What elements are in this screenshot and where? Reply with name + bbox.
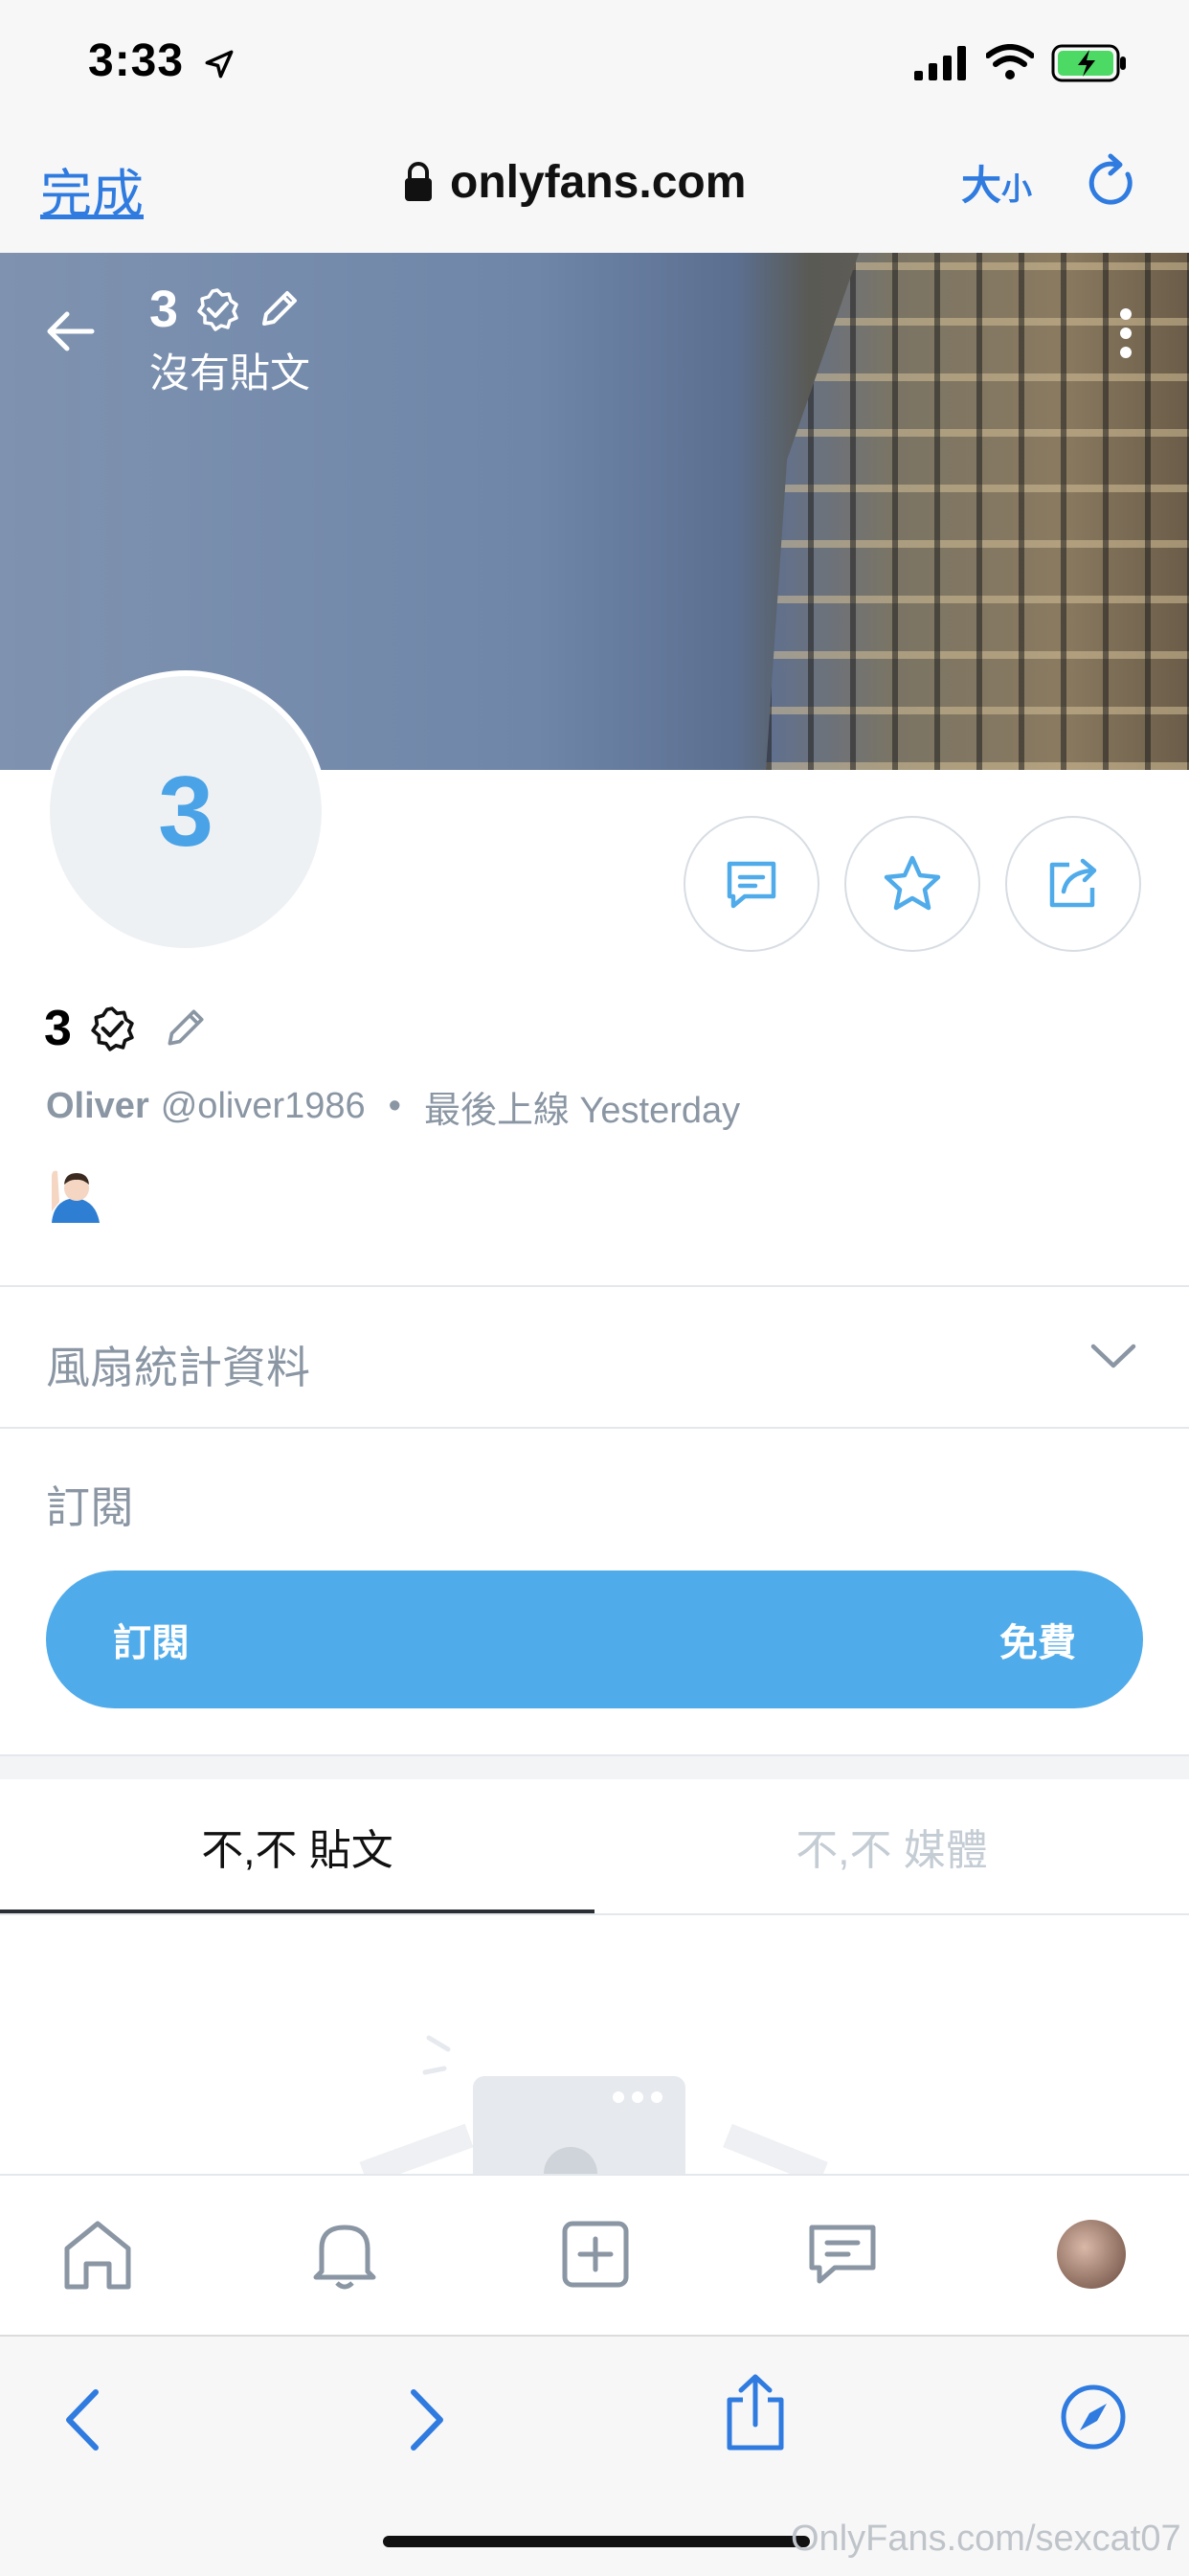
text-size-button[interactable]: 大小 <box>961 153 1032 212</box>
empty-posts-illustration <box>359 2035 828 2174</box>
fan-stats-label: 風扇統計資料 <box>46 1343 310 1392</box>
last-seen: 最後上線 Yesterday <box>423 1091 741 1131</box>
profile-name: 3 <box>44 1001 72 1056</box>
edit-pencil-icon[interactable] <box>257 287 301 331</box>
back-arrow-icon[interactable] <box>44 305 98 358</box>
share-icon <box>1049 858 1097 908</box>
chat-icon[interactable] <box>802 2214 883 2294</box>
subscribe-button-label: 訂閱 <box>113 1622 190 1664</box>
location-arrow-icon <box>205 50 234 79</box>
safari-back-icon[interactable] <box>57 2386 111 2453</box>
fan-stats-row[interactable]: 風扇統計資料 <box>0 1287 1189 1427</box>
reload-icon[interactable] <box>1086 153 1139 211</box>
profile-avatar[interactable] <box>1057 2220 1126 2289</box>
done-button[interactable]: 完成 <box>40 151 144 227</box>
post-count-label: 沒有貼文 <box>149 350 311 395</box>
edit-pencil-icon[interactable] <box>162 1006 208 1051</box>
lock-icon <box>405 162 432 201</box>
tab-posts[interactable]: 不,不 貼文 <box>0 1779 594 1913</box>
banner-title: 3 <box>149 280 301 339</box>
wifi-icon <box>986 44 1034 79</box>
subscription-section-label: 訂閱 <box>46 1482 134 1532</box>
safari-share-icon[interactable] <box>722 2371 789 2452</box>
subscribe-price: 免費 <box>999 1622 1076 1664</box>
banner-title-text: 3 <box>149 281 179 338</box>
star-icon <box>884 855 941 911</box>
share-button[interactable] <box>1005 816 1141 952</box>
add-post-icon[interactable] <box>555 2214 636 2294</box>
status-time: 3:33 <box>88 35 185 86</box>
safari-compass-icon[interactable] <box>1059 2383 1128 2452</box>
safari-forward-icon[interactable] <box>398 2386 452 2453</box>
message-button[interactable] <box>684 816 819 952</box>
battery-charging-icon <box>1051 44 1126 82</box>
cellular-signal-icon <box>914 46 966 80</box>
profile-meta: Oliver @oliver1986 • 最後上線 Yesterday <box>46 1080 740 1133</box>
divider <box>0 1427 1189 1429</box>
profile-name-row: 3 <box>44 1000 208 1057</box>
divider <box>0 1754 1189 1756</box>
message-icon <box>727 861 776 909</box>
watermark: OnlyFans.com/sexcat07 <box>791 2519 1181 2559</box>
verified-badge-icon <box>197 288 238 331</box>
tab-media[interactable]: 不,不 媒體 <box>594 1779 1189 1913</box>
bell-icon[interactable] <box>304 2214 385 2294</box>
display-name: Oliver <box>46 1086 149 1126</box>
text-size-big: 大 <box>961 163 1002 208</box>
bottom-navigation <box>0 2174 1189 2337</box>
divider <box>0 1913 1189 1915</box>
profile-avatar-large[interactable]: 3 <box>44 670 327 954</box>
section-gap <box>0 1756 1189 1779</box>
chevron-down-icon <box>1090 1344 1136 1368</box>
home-icon[interactable] <box>57 2214 138 2294</box>
meta-separator: • <box>388 1086 401 1126</box>
raising-hand-emoji-icon <box>52 1170 100 1223</box>
browser-url-bar: 完成 onlyfans.com 大小 <box>0 124 1189 253</box>
verified-badge-icon <box>91 1006 134 1051</box>
more-vertical-icon[interactable] <box>1112 305 1139 362</box>
subscribe-button[interactable]: 訂閱 免費 <box>46 1570 1143 1708</box>
home-indicator[interactable] <box>383 2536 810 2547</box>
status-bar: 3:33 <box>0 0 1189 124</box>
url-text: onlyfans.com <box>450 156 747 208</box>
address-field[interactable]: onlyfans.com <box>402 153 746 211</box>
favorite-button[interactable] <box>844 816 980 952</box>
text-size-small: 小 <box>1001 171 1033 206</box>
username-handle: @oliver1986 <box>160 1086 366 1126</box>
